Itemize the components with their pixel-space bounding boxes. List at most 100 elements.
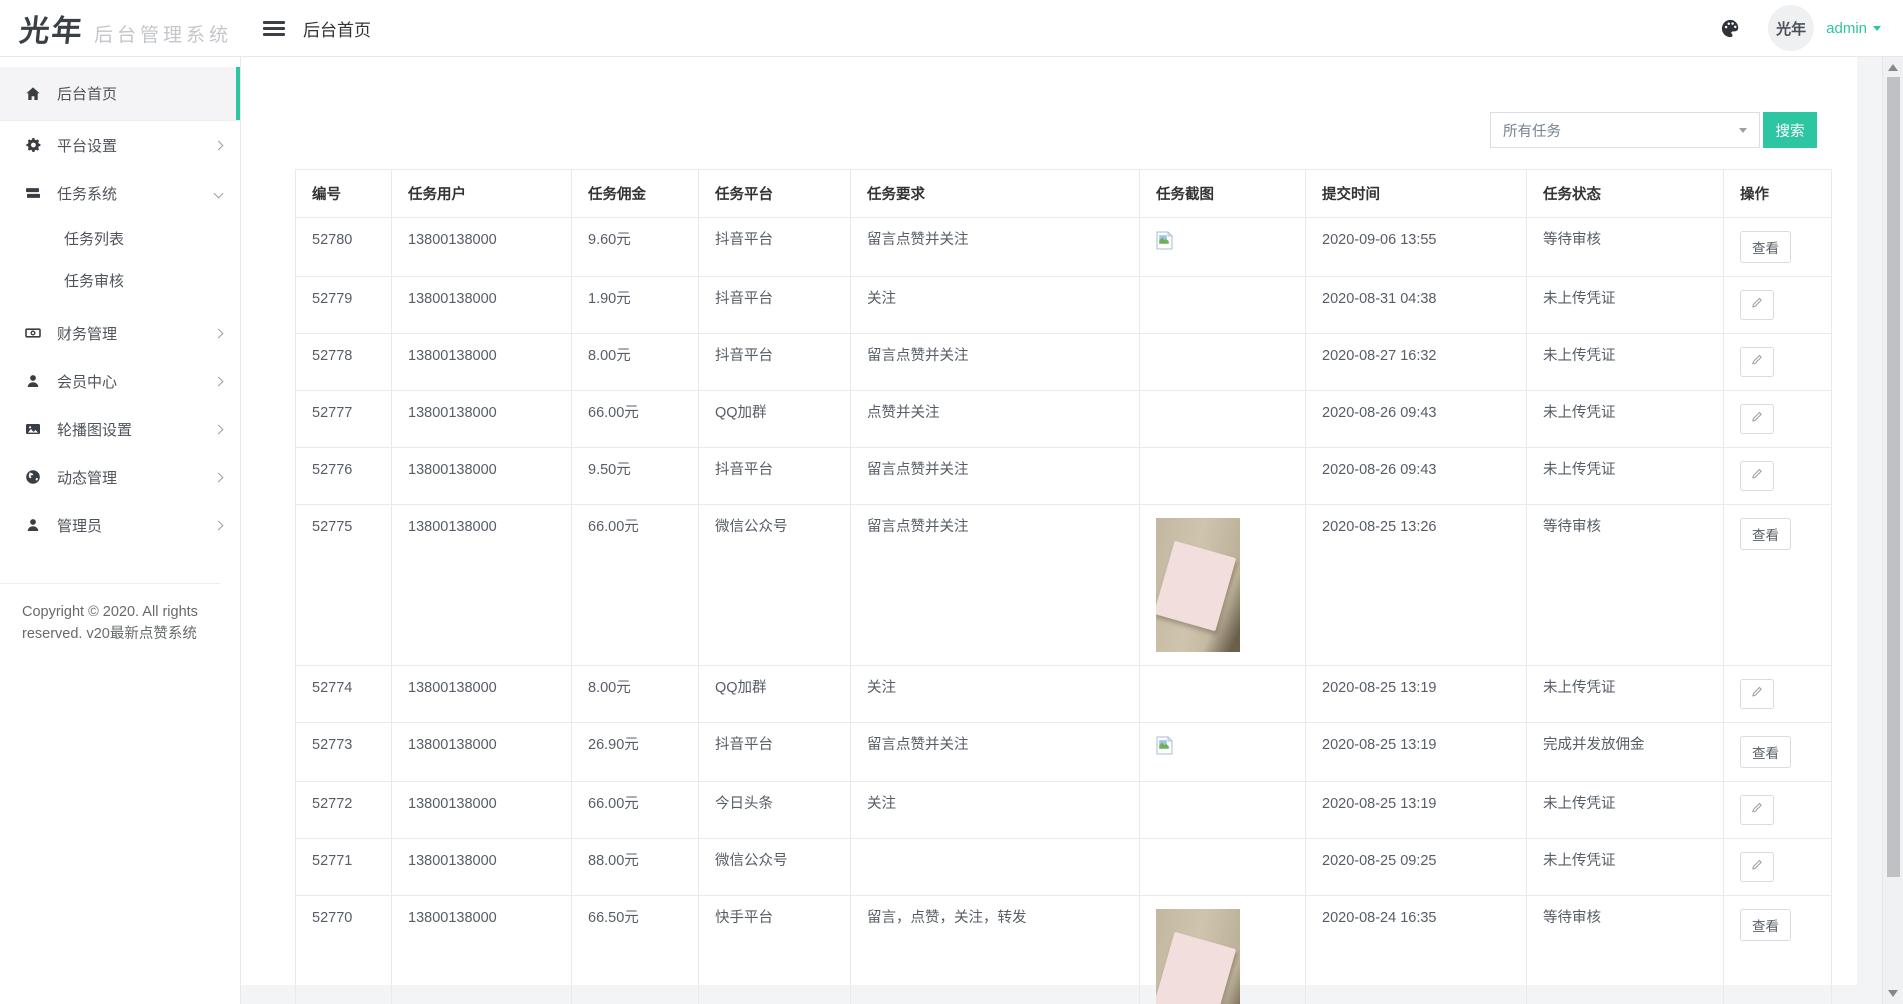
theme-palette-icon[interactable]	[1719, 17, 1742, 40]
status-text: 未上传凭证	[1527, 334, 1724, 391]
column-header: 任务平台	[699, 170, 851, 218]
home-icon	[24, 86, 42, 102]
app-logo: 光年 后台管理系统	[0, 6, 241, 50]
scrollbar-thumb[interactable]	[1887, 77, 1900, 877]
sidebar-item-carousel-settings[interactable]: 轮播图设置	[0, 405, 240, 453]
cell-submit-time: 2020-09-06 13:55	[1306, 218, 1527, 277]
cell-platform: QQ加群	[699, 666, 851, 723]
status-text: 未上传凭证	[1527, 666, 1724, 723]
table-row: 52780138001380009.60元抖音平台留言点赞并关注2020-09-…	[296, 218, 1832, 277]
cell-commission: 66.00元	[572, 782, 699, 839]
admin-label: admin	[1826, 20, 1867, 37]
table-row: 527731380013800026.90元抖音平台留言点赞并关注2020-08…	[296, 723, 1832, 782]
cell-platform: 抖音平台	[699, 277, 851, 334]
chevron-right-icon	[214, 328, 224, 338]
member-icon	[24, 373, 42, 389]
cell-task-user: 13800138000	[392, 782, 572, 839]
cell-action: 查看	[1724, 218, 1832, 277]
pencil-icon	[1751, 802, 1764, 818]
broken-image-icon	[1156, 743, 1173, 759]
cell-task-id: 52779	[296, 277, 392, 334]
cell-task-id: 52776	[296, 448, 392, 505]
sidebar-item-label: 财务管理	[57, 323, 117, 344]
sidebar-item-administrator[interactable]: 管理员	[0, 501, 240, 549]
status-text: 未上传凭证	[1527, 391, 1724, 448]
table-row: 52779138001380001.90元抖音平台关注2020-08-31 04…	[296, 277, 1832, 334]
view-button[interactable]: 查看	[1740, 518, 1791, 550]
logo-subtitle: 后台管理系统	[94, 20, 232, 47]
cell-requirement: 留言点赞并关注	[851, 723, 1140, 782]
edit-pencil-button[interactable]	[1740, 461, 1774, 491]
sidebar-item-home[interactable]: 后台首页	[0, 67, 240, 121]
cell-submit-time: 2020-08-26 09:43	[1306, 448, 1527, 505]
edit-pencil-button[interactable]	[1740, 679, 1774, 709]
task-filter-select[interactable]: 所有任务	[1490, 112, 1760, 148]
task-screenshot-photo[interactable]	[1156, 518, 1240, 652]
cell-task-id: 52773	[296, 723, 392, 782]
search-button[interactable]: 搜索	[1763, 112, 1817, 148]
column-header: 操作	[1724, 170, 1832, 218]
cell-submit-time: 2020-08-25 09:25	[1306, 839, 1527, 896]
cell-submit-time: 2020-08-26 09:43	[1306, 391, 1527, 448]
cell-task-user: 13800138000	[392, 218, 572, 277]
cell-action	[1724, 277, 1832, 334]
cell-requirement: 留言点赞并关注	[851, 505, 1140, 666]
view-button[interactable]: 查看	[1740, 231, 1791, 263]
cell-screenshot	[1140, 505, 1306, 666]
sidebar-subitem[interactable]: 任务审核	[0, 261, 240, 303]
cell-action	[1724, 666, 1832, 723]
admin-menu[interactable]: admin	[1826, 20, 1881, 37]
edit-pencil-button[interactable]	[1740, 852, 1774, 882]
sidebar-item-task-system[interactable]: 任务系统	[0, 169, 240, 217]
cell-commission: 9.50元	[572, 448, 699, 505]
sidebar-item-label: 后台首页	[57, 83, 117, 104]
table-header-row: 编号任务用户任务佣金任务平台任务要求任务截图提交时间任务状态操作	[296, 170, 1832, 218]
tasks-table: 编号任务用户任务佣金任务平台任务要求任务截图提交时间任务状态操作 5278013…	[295, 169, 1832, 1004]
sidebar-toggle-icon[interactable]	[263, 18, 285, 39]
cell-platform: 快手平台	[699, 896, 851, 1004]
cell-requirement: 留言点赞并关注	[851, 334, 1140, 391]
sidebar-item-member-center[interactable]: 会员中心	[0, 357, 240, 405]
view-button[interactable]: 查看	[1740, 909, 1791, 941]
view-button[interactable]: 查看	[1740, 736, 1791, 768]
cell-submit-time: 2020-08-24 16:35	[1306, 896, 1527, 1004]
avatar[interactable]: 光年	[1768, 5, 1814, 51]
scroll-up-arrow-icon[interactable]	[1888, 64, 1898, 71]
table-row: 527721380013800066.00元今日头条关注2020-08-25 1…	[296, 782, 1832, 839]
cell-screenshot	[1140, 218, 1306, 277]
cell-task-id: 52778	[296, 334, 392, 391]
edit-pencil-button[interactable]	[1740, 290, 1774, 320]
gear-icon	[24, 137, 42, 153]
edit-pencil-button[interactable]	[1740, 795, 1774, 825]
cell-requirement: 点赞并关注	[851, 391, 1140, 448]
task-screenshot-photo[interactable]	[1156, 909, 1240, 1004]
sidebar-item-dynamic-management[interactable]: 动态管理	[0, 453, 240, 501]
vertical-scrollbar[interactable]	[1882, 57, 1903, 1004]
cell-submit-time: 2020-08-31 04:38	[1306, 277, 1527, 334]
cell-action: 查看	[1724, 723, 1832, 782]
cell-screenshot	[1140, 896, 1306, 1004]
scroll-down-arrow-icon[interactable]	[1888, 990, 1898, 997]
sidebar-subitem[interactable]: 任务列表	[0, 219, 240, 261]
cell-screenshot	[1140, 448, 1306, 505]
edit-pencil-button[interactable]	[1740, 347, 1774, 377]
cell-submit-time: 2020-08-25 13:19	[1306, 666, 1527, 723]
cell-screenshot	[1140, 666, 1306, 723]
status-text: 完成并发放佣金	[1527, 723, 1724, 782]
cell-task-user: 13800138000	[392, 448, 572, 505]
sidebar-item-platform-settings[interactable]: 平台设置	[0, 121, 240, 169]
cell-commission: 9.60元	[572, 218, 699, 277]
edit-pencil-button[interactable]	[1740, 404, 1774, 434]
cell-screenshot	[1140, 839, 1306, 896]
sidebar-item-label: 会员中心	[57, 371, 117, 392]
sidebar-item-label: 轮播图设置	[57, 419, 132, 440]
sidebar-item-finance[interactable]: 财务管理	[0, 309, 240, 357]
header-right: 光年 admin	[1719, 5, 1903, 51]
cell-task-id: 52772	[296, 782, 392, 839]
table-row: 527711380013800088.00元微信公众号2020-08-25 09…	[296, 839, 1832, 896]
cell-task-id: 52771	[296, 839, 392, 896]
cell-requirement: 关注	[851, 666, 1140, 723]
cell-screenshot	[1140, 723, 1306, 782]
cell-action	[1724, 839, 1832, 896]
table-row: 52778138001380008.00元抖音平台留言点赞并关注2020-08-…	[296, 334, 1832, 391]
